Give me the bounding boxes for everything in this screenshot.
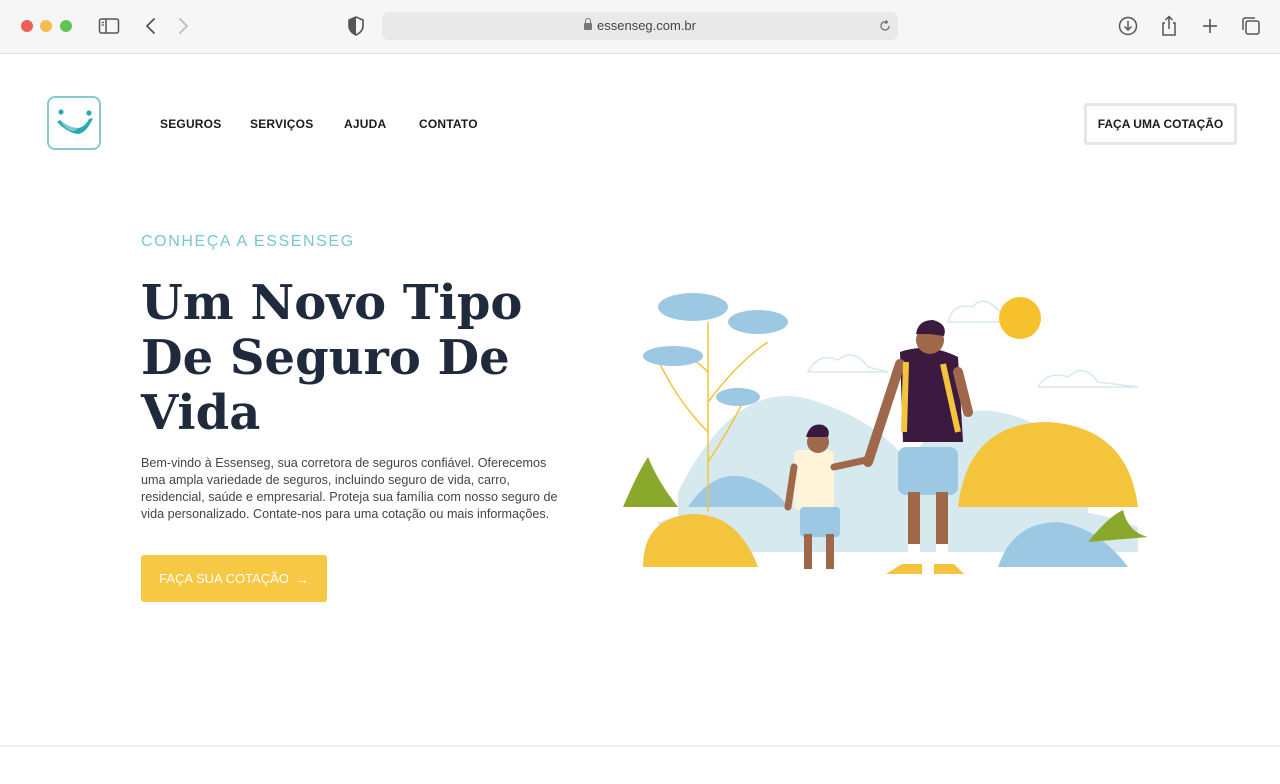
close-window-button[interactable]: [21, 20, 33, 32]
minimize-window-button[interactable]: [40, 20, 52, 32]
forward-icon[interactable]: [171, 14, 195, 38]
nav-servicos[interactable]: SERVIÇOS: [250, 117, 313, 131]
essenseg-logo[interactable]: [47, 96, 101, 150]
privacy-shield-icon[interactable]: [344, 14, 368, 38]
smile-logo-icon: [57, 109, 93, 134]
new-tab-icon[interactable]: [1198, 14, 1222, 38]
hero-title-line: Vida: [141, 385, 261, 441]
maximize-window-button[interactable]: [60, 20, 72, 32]
get-quote-button[interactable]: FAÇA SUA COTAÇÃO →: [141, 555, 327, 602]
quote-cta-button[interactable]: FAÇA UMA COTAÇÃO: [1084, 103, 1237, 145]
family-illustration: [623, 293, 1148, 574]
hero-description: Bem-vindo à Essenseg, sua corretora de s…: [141, 456, 558, 521]
section-divider: [0, 745, 1280, 747]
hero-title-line: De Seguro De: [141, 330, 510, 386]
back-icon[interactable]: [139, 14, 163, 38]
arrow-right-icon: →: [294, 570, 309, 587]
hero-eyebrow: CONHEÇA A ESSENSEG: [141, 233, 355, 250]
share-icon[interactable]: [1157, 14, 1181, 38]
get-quote-button-label: FAÇA SUA COTAÇÃO: [159, 571, 289, 586]
nav-contato[interactable]: CONTATO: [419, 117, 478, 131]
hero-title: Um Novo Tipo De Seguro De Vida: [141, 276, 561, 441]
download-icon[interactable]: [1116, 14, 1140, 38]
url-text: essenseg.com.br: [597, 18, 696, 33]
lock-icon: [584, 18, 592, 30]
reload-icon[interactable]: [878, 19, 892, 33]
sidebar-toggle-icon[interactable]: [97, 14, 121, 38]
address-bar[interactable]: essenseg.com.br: [382, 12, 898, 40]
hero-title-line: Um Novo Tipo: [141, 275, 523, 331]
browser-toolbar: essenseg.com.br: [0, 0, 1280, 54]
nav-seguros[interactable]: SEGUROS: [160, 117, 221, 131]
tab-overview-icon[interactable]: [1239, 14, 1263, 38]
nav-ajuda[interactable]: AJUDA: [344, 117, 386, 131]
